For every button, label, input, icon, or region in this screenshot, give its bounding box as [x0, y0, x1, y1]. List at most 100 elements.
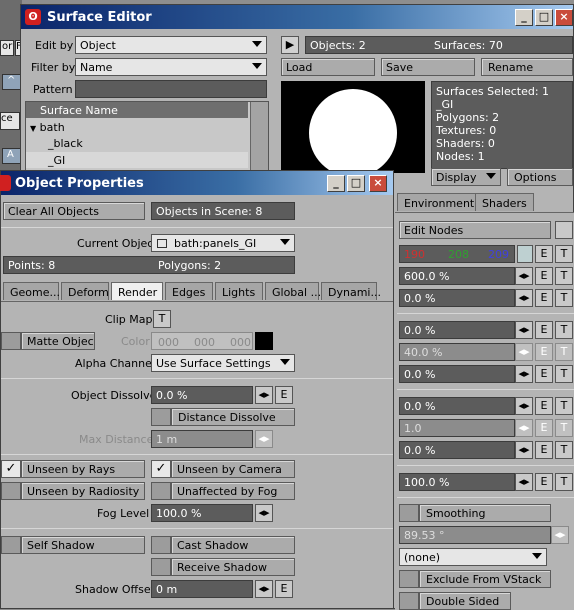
- luminosity-field[interactable]: 600.0 %: [399, 267, 515, 285]
- envelope-button[interactable]: E: [535, 321, 553, 339]
- surface-preview[interactable]: [281, 81, 425, 177]
- tab-geometry[interactable]: Geome...: [3, 282, 60, 300]
- unseen-camera-checkbox[interactable]: ✓: [151, 460, 171, 478]
- receive-shadow-label[interactable]: Receive Shadow: [171, 558, 295, 576]
- envelope-button[interactable]: E: [275, 386, 293, 404]
- slider-arrows-icon[interactable]: ◂▸: [255, 580, 273, 598]
- tab-environment[interactable]: Environment: [397, 193, 482, 211]
- exclude-vstack-label[interactable]: Exclude From VStack: [419, 570, 551, 588]
- cast-shadow-label[interactable]: Cast Shadow: [171, 536, 295, 554]
- bump-field[interactable]: 100.0 %: [399, 473, 515, 491]
- minimize-icon[interactable]: _: [515, 9, 533, 26]
- distance-dissolve-label[interactable]: Distance Dissolve: [171, 408, 295, 426]
- filter-by-dropdown[interactable]: Name: [75, 58, 267, 76]
- texture-button[interactable]: T: [555, 473, 573, 491]
- unseen-radiosity-label[interactable]: Unseen by Radiosity: [21, 482, 145, 500]
- edit-nodes-button[interactable]: Edit Nodes: [399, 221, 551, 239]
- play-button[interactable]: ▶: [281, 36, 299, 54]
- self-shadow-label[interactable]: Self Shadow: [21, 536, 145, 554]
- tab-shaders[interactable]: Shaders: [475, 193, 534, 211]
- diffuse-field[interactable]: 0.0 %: [399, 289, 515, 307]
- tab-deform[interactable]: Deform: [61, 282, 109, 300]
- object-properties-titlebar[interactable]: Object Properties _ □ ×: [0, 171, 393, 195]
- color-swatch[interactable]: [517, 245, 533, 263]
- texture-button[interactable]: T: [555, 321, 573, 339]
- current-object-dropdown[interactable]: bath:panels_GI: [151, 234, 295, 252]
- unseen-rays-label[interactable]: Unseen by Rays: [21, 460, 145, 478]
- envelope-button[interactable]: E: [535, 441, 553, 459]
- display-dropdown[interactable]: Display: [431, 168, 501, 186]
- unseen-camera-label[interactable]: Unseen by Camera: [171, 460, 295, 478]
- close-icon[interactable]: ×: [555, 9, 573, 26]
- texture-button[interactable]: T: [555, 441, 573, 459]
- surface-list[interactable]: Surface Name ▼ bath _black _GI: [25, 101, 269, 171]
- edit-nodes-extra[interactable]: [555, 221, 573, 239]
- envelope-button[interactable]: E: [535, 267, 553, 285]
- color-rgb-field[interactable]: 190 208 209: [399, 245, 515, 263]
- translucency-field[interactable]: 0.0 %: [399, 441, 515, 459]
- maximize-icon[interactable]: □: [347, 175, 365, 192]
- clip-map-texture-button[interactable]: T: [153, 310, 171, 328]
- load-button[interactable]: Load: [281, 58, 375, 76]
- close-icon[interactable]: ×: [369, 175, 387, 192]
- slider-arrows-icon[interactable]: ◂▸: [515, 321, 533, 339]
- unaffected-fog-label[interactable]: Unaffected by Fog: [171, 482, 295, 500]
- tab-dynamics[interactable]: Dynami...: [321, 282, 381, 300]
- unseen-rays-checkbox[interactable]: ✓: [1, 460, 21, 478]
- slider-arrows-icon[interactable]: ◂▸: [255, 504, 273, 522]
- list-header[interactable]: Surface Name: [26, 102, 248, 118]
- texture-button[interactable]: T: [555, 245, 573, 263]
- edit-by-dropdown[interactable]: Object: [75, 36, 267, 54]
- save-button[interactable]: Save: [381, 58, 475, 76]
- tree-item-gi[interactable]: _GI: [26, 152, 248, 168]
- slider-arrows-icon[interactable]: ◂▸: [515, 289, 533, 307]
- envelope-button[interactable]: E: [535, 245, 553, 263]
- maximize-icon[interactable]: □: [535, 9, 553, 26]
- tab-global[interactable]: Global ...: [265, 282, 321, 300]
- fog-level-field[interactable]: 100.0 %: [151, 504, 253, 522]
- slider-arrows-icon[interactable]: ◂▸: [515, 365, 533, 383]
- cast-shadow-checkbox[interactable]: [151, 536, 171, 554]
- slider-arrows-icon[interactable]: ◂▸: [515, 397, 533, 415]
- unaffected-fog-checkbox[interactable]: [151, 482, 171, 500]
- object-dissolve-field[interactable]: 0.0 %: [151, 386, 253, 404]
- double-sided-checkbox[interactable]: [399, 592, 419, 610]
- receive-shadow-checkbox[interactable]: [151, 558, 171, 576]
- envelope-button[interactable]: E: [275, 580, 293, 598]
- surface-editor-titlebar[interactable]: ʘ Surface Editor _ □ ×: [21, 5, 573, 29]
- texture-button[interactable]: T: [555, 365, 573, 383]
- shadow-offset-field[interactable]: 0 m: [151, 580, 253, 598]
- distance-dissolve-checkbox[interactable]: [151, 408, 171, 426]
- slider-arrows-icon[interactable]: ◂▸: [515, 473, 533, 491]
- envelope-button[interactable]: E: [535, 289, 553, 307]
- transparency-field[interactable]: 0.0 %: [399, 397, 515, 415]
- envelope-button[interactable]: E: [535, 365, 553, 383]
- pattern-input[interactable]: [75, 80, 267, 98]
- rename-button[interactable]: Rename: [481, 58, 573, 76]
- slider-arrows-icon[interactable]: ◂▸: [255, 386, 273, 404]
- matte-object-checkbox[interactable]: [1, 332, 21, 350]
- tab-render[interactable]: Render: [111, 282, 163, 300]
- exclude-vstack-checkbox[interactable]: [399, 570, 419, 588]
- texture-button[interactable]: T: [555, 289, 573, 307]
- tab-lights[interactable]: Lights: [215, 282, 263, 300]
- reflection-field[interactable]: 0.0 %: [399, 365, 515, 383]
- minimize-icon[interactable]: _: [327, 175, 345, 192]
- vertex-map-dropdown[interactable]: (none): [399, 548, 547, 566]
- smoothing-checkbox[interactable]: [399, 504, 419, 522]
- texture-button[interactable]: T: [555, 267, 573, 285]
- self-shadow-checkbox[interactable]: [1, 536, 21, 554]
- texture-button[interactable]: T: [555, 397, 573, 415]
- double-sided-label[interactable]: Double Sided: [419, 592, 511, 610]
- slider-arrows-icon[interactable]: ◂▸: [515, 441, 533, 459]
- alpha-channel-dropdown[interactable]: Use Surface Settings: [151, 354, 295, 372]
- specularity-field[interactable]: 0.0 %: [399, 321, 515, 339]
- tab-edges[interactable]: Edges: [165, 282, 213, 300]
- list-scrollbar[interactable]: [250, 102, 268, 170]
- envelope-button[interactable]: E: [535, 473, 553, 491]
- tree-item-bath[interactable]: ▼ bath: [30, 122, 65, 133]
- tree-item-black[interactable]: _black: [48, 138, 83, 149]
- slider-arrows-icon[interactable]: ◂▸: [515, 267, 533, 285]
- clear-all-objects-button[interactable]: Clear All Objects: [3, 202, 145, 220]
- options-button[interactable]: Options: [507, 168, 573, 186]
